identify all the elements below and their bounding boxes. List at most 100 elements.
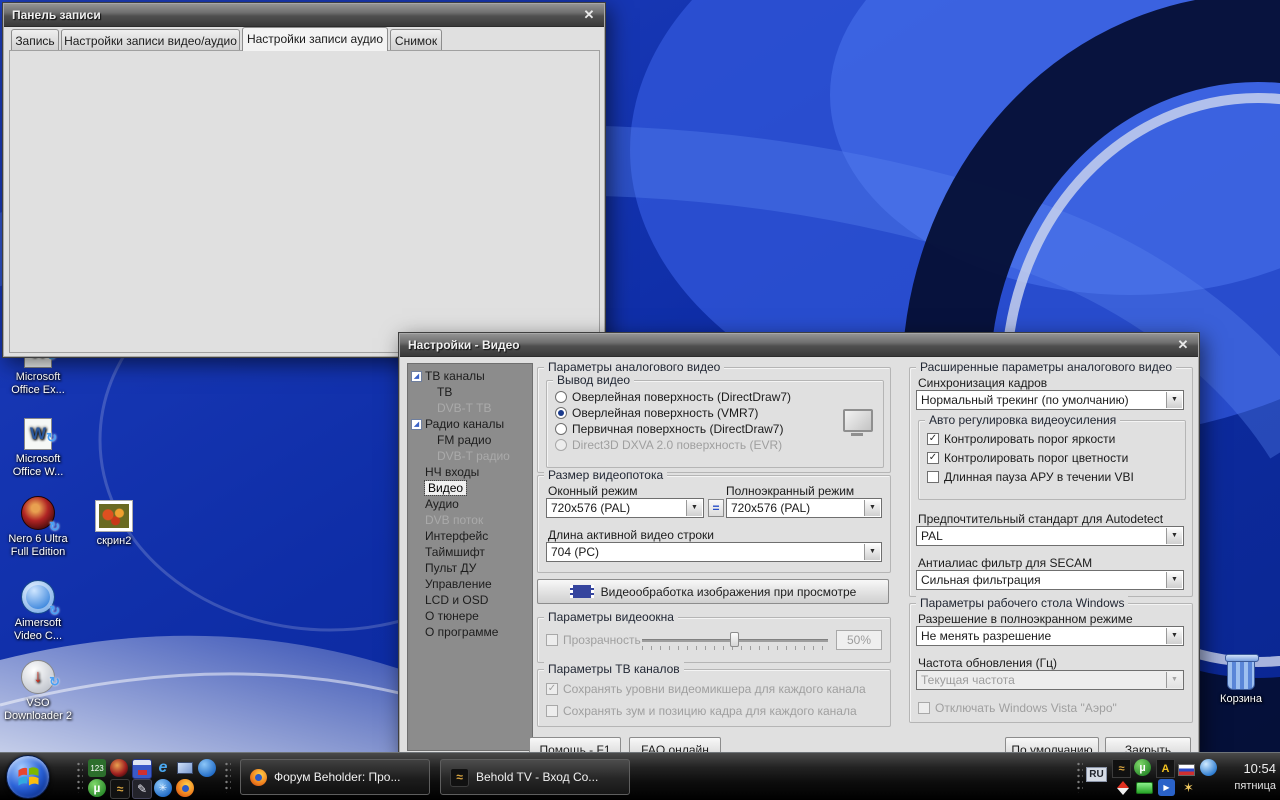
tree-item-dvbt-radio: DVB-T радио — [408, 448, 532, 464]
tree-item-tv-channels[interactable]: ◢ТВ каналы — [408, 368, 532, 384]
klite-codec-icon[interactable]: 123 — [88, 759, 106, 777]
tree-item-about-tuner[interactable]: О тюнере — [408, 608, 532, 624]
overlay-vmr7-radio[interactable]: Оверлейная поверхность (VMR7) — [555, 407, 758, 420]
show-desktop-icon[interactable] — [176, 759, 194, 777]
desktop-icon-vso[interactable]: ↓ ↻ VSO Downloader 2 — [2, 660, 74, 723]
fullscreen-mode-label: Полноэкранный режим — [726, 484, 854, 498]
vso-convert-icon[interactable]: ✳ — [154, 779, 172, 797]
tree-item-radio-channels[interactable]: ◢Радио каналы — [408, 416, 532, 432]
tab-record[interactable]: Запись — [11, 29, 59, 51]
close-icon[interactable]: ✕ — [1174, 336, 1192, 354]
taskbar-task-behold-tv[interactable]: ≈ Behold TV - Вход Co... — [440, 759, 630, 795]
vbi-pause-checkbox[interactable]: Длинная пауза АРУ в течении VBI — [927, 471, 1134, 484]
radio-circle[interactable] — [555, 391, 567, 403]
standard-select[interactable]: PAL — [916, 526, 1184, 546]
punto-switcher-tray-icon[interactable]: A — [1156, 759, 1175, 778]
tree-item-fm-radio[interactable]: FM радио — [408, 432, 532, 448]
utorrent-tray-icon[interactable]: µ — [1134, 759, 1151, 776]
tab-audio-settings[interactable]: Настройки записи аудио — [242, 27, 388, 51]
checkbox-box[interactable] — [927, 452, 939, 464]
green-indicator-tray-icon[interactable] — [1136, 779, 1153, 796]
checkbox-box — [918, 702, 930, 714]
tree-item-timeshift[interactable]: Таймшифт — [408, 544, 532, 560]
tree-item-lcd-osd[interactable]: LCD и OSD — [408, 592, 532, 608]
magic-wand-tray-icon[interactable]: ✶ — [1180, 779, 1197, 796]
recycle-bin-icon — [1227, 658, 1255, 690]
primary-dd7-radio[interactable]: Первичная поверхность (DirectDraw7) — [555, 423, 783, 436]
desktop-icon-nero[interactable]: ↻ Nero 6 Ultra Full Edition — [2, 496, 74, 559]
combo-arrow-icon — [1166, 672, 1182, 688]
resolution-select[interactable]: Не менять разрешение — [916, 626, 1184, 646]
close-icon[interactable]: ✕ — [580, 6, 598, 24]
refresh-rate-select: Текущая частота — [916, 670, 1184, 690]
updown-arrows-tray-icon[interactable] — [1114, 779, 1131, 796]
taskbar-clock[interactable]: 10:54 пятница — [1218, 761, 1276, 792]
tree-item-audio[interactable]: Аудио — [408, 496, 532, 512]
behold-tv-tray-icon[interactable]: ≈ — [1112, 759, 1131, 778]
blue-orb-tray-icon[interactable] — [1200, 759, 1217, 776]
language-indicator[interactable]: RU — [1086, 767, 1107, 782]
tree-item-video[interactable]: Видео — [408, 480, 532, 496]
firefox-quicklaunch-icon[interactable] — [176, 779, 194, 797]
tree-expand-icon[interactable]: ◢ — [411, 371, 422, 382]
combo-arrow-icon[interactable] — [1166, 528, 1182, 544]
chroma-threshold-checkbox[interactable]: Контролировать порог цветности — [927, 452, 1128, 465]
settings-titlebar[interactable]: Настройки - Видео ✕ — [400, 334, 1198, 357]
radio-circle[interactable] — [555, 407, 567, 419]
desktop-icon-word[interactable]: W ↻ Microsoft Office W... — [2, 418, 74, 479]
link-modes-button[interactable]: = — [708, 499, 724, 517]
tab-snapshot[interactable]: Снимок — [390, 29, 442, 51]
tree-item-lf-inputs[interactable]: НЧ входы — [408, 464, 532, 480]
combo-arrow-icon[interactable] — [864, 544, 880, 560]
desktop-icon-recycle-bin[interactable]: Корзина — [1205, 658, 1277, 706]
floppy-backup-icon[interactable] — [132, 759, 152, 779]
ru-flag-tray-icon[interactable] — [1178, 761, 1195, 778]
tree-item-tv[interactable]: ТВ — [408, 384, 532, 400]
taskbar-task-firefox-forum[interactable]: Форум Beholder: Про... — [240, 759, 430, 795]
combo-arrow-icon[interactable] — [1166, 628, 1182, 644]
antialias-select[interactable]: Сильная фильтрация — [916, 570, 1184, 590]
tree-expand-icon[interactable]: ◢ — [411, 419, 422, 430]
tree-item-interface[interactable]: Интерфейс — [408, 528, 532, 544]
recording-panel-window: Панель записи ✕ Запись Настройки записи … — [2, 2, 606, 358]
quill-notes-icon[interactable]: ✎ — [132, 779, 152, 799]
desktop-icon-skrin2[interactable]: скрин2 — [78, 500, 150, 548]
internet-explorer-icon[interactable]: e — [154, 759, 172, 777]
window-mode-select[interactable]: 720x576 (PAL) — [546, 498, 704, 518]
window-title: Настройки - Видео — [408, 338, 520, 352]
video-processing-button[interactable]: Видеообработка изображения при просмотре — [537, 579, 889, 604]
group-title: Вывод видео — [553, 373, 634, 387]
checkbox-box[interactable] — [927, 433, 939, 445]
fullscreen-mode-select[interactable]: 720x576 (PAL) — [726, 498, 882, 518]
combo-arrow-icon[interactable] — [686, 500, 702, 516]
save-mixer-levels-checkbox: Сохранять уровни видеомикшера для каждог… — [546, 683, 866, 696]
network-globe-icon[interactable] — [198, 759, 216, 777]
checkbox-box[interactable] — [927, 471, 939, 483]
behold-tv-quicklaunch-icon[interactable]: ≈ — [110, 779, 130, 799]
combo-arrow-icon[interactable] — [1166, 572, 1182, 588]
tv-channels-params-group: Параметры ТВ каналов Сохранять уровни ви… — [537, 669, 891, 727]
desktop-icon-label: Aimersoft Video C... — [2, 617, 74, 643]
tree-item-remote[interactable]: Пульт ДУ — [408, 560, 532, 576]
utorrent-quicklaunch-icon[interactable]: µ — [88, 779, 106, 797]
group-title: Параметры рабочего стола Windows — [916, 596, 1128, 610]
combo-arrow-icon[interactable] — [864, 500, 880, 516]
combo-arrow-icon[interactable] — [1166, 392, 1182, 408]
tree-item-control[interactable]: Управление — [408, 576, 532, 592]
group-title: Авто регулировка видеоусиления — [925, 413, 1120, 427]
desktop-icon-label: Microsoft Office Ex... — [2, 371, 74, 397]
film-icon — [570, 585, 594, 598]
media-play-tray-icon[interactable]: ▶ — [1158, 779, 1175, 796]
sync-select[interactable]: Нормальный трекинг (по умолчанию) — [916, 390, 1184, 410]
start-button[interactable] — [6, 755, 50, 799]
active-line-select[interactable]: 704 (PC) — [546, 542, 882, 562]
overlay-dd7-radio[interactable]: Оверлейная поверхность (DirectDraw7) — [555, 391, 791, 404]
desktop-icon-aimersoft[interactable]: ↻ Aimersoft Video C... — [2, 580, 74, 643]
tree-item-about-program[interactable]: О программе — [408, 624, 532, 640]
nero-quicklaunch-icon[interactable] — [110, 759, 128, 777]
behold-tv-icon: ≈ — [450, 768, 469, 787]
radio-circle[interactable] — [555, 423, 567, 435]
recording-panel-titlebar[interactable]: Панель записи ✕ — [4, 4, 604, 27]
tab-video-audio-settings[interactable]: Настройки записи видео/аудио — [61, 29, 240, 51]
brightness-threshold-checkbox[interactable]: Контролировать порог яркости — [927, 433, 1115, 446]
